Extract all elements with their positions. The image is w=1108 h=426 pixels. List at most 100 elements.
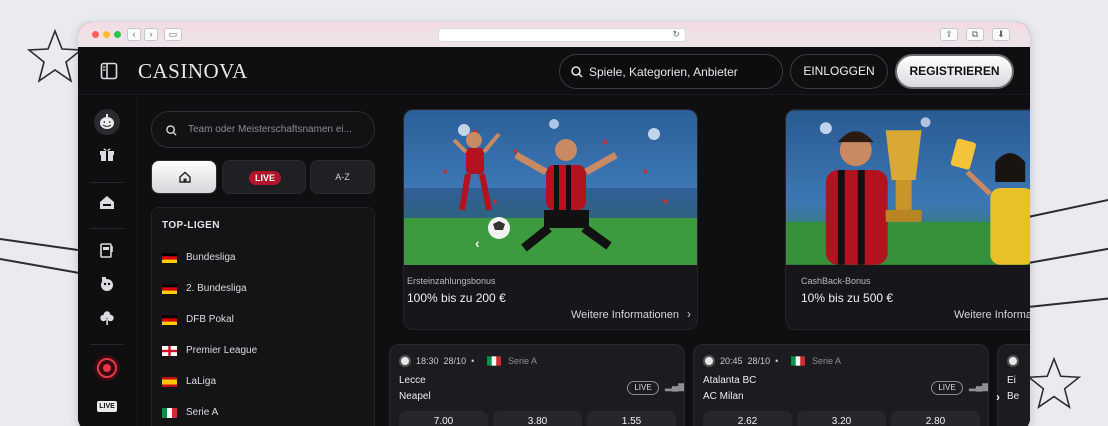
back-icon[interactable]: ‹ bbox=[127, 28, 141, 41]
slot-machine-icon[interactable] bbox=[92, 240, 122, 268]
football-icon bbox=[703, 355, 715, 367]
matches-next-button[interactable]: › bbox=[996, 390, 1000, 404]
roulette-icon[interactable] bbox=[92, 354, 122, 382]
download-icon[interactable]: ⬇ bbox=[992, 28, 1010, 41]
promo-card[interactable]: CashBack-Bonus 10% bis zu 500 € Weitere … bbox=[785, 109, 1030, 330]
rail-divider bbox=[90, 344, 124, 345]
league-name: Serie A bbox=[186, 407, 219, 418]
promo-headline: 10% bis zu 500 € bbox=[801, 291, 894, 305]
login-button[interactable]: EINLOGGEN bbox=[790, 54, 888, 89]
league-name: DFB Pokal bbox=[186, 314, 234, 325]
rail-divider bbox=[90, 228, 124, 229]
match-datetime: 20:45 28/10 • bbox=[720, 356, 779, 366]
star-icon bbox=[1026, 356, 1082, 409]
gift-icon[interactable] bbox=[92, 144, 122, 172]
stats-icon[interactable]: ▂▄▆ bbox=[969, 381, 988, 392]
search-input[interactable]: Spiele, Kategorien, Anbieter bbox=[559, 54, 783, 89]
address-bar[interactable]: ↻ bbox=[438, 28, 686, 42]
carousel-prev-button[interactable]: ‹ bbox=[475, 235, 480, 251]
football-icon bbox=[1007, 355, 1019, 367]
tabs-icon[interactable]: ⧉ bbox=[966, 28, 984, 41]
casino-icon[interactable] bbox=[92, 192, 122, 220]
pumpkin-icon[interactable] bbox=[92, 108, 122, 136]
match-date: 28/10 bbox=[747, 356, 771, 366]
close-dot[interactable] bbox=[92, 31, 99, 38]
england-flag-icon bbox=[162, 346, 177, 356]
poker-icon[interactable] bbox=[92, 274, 122, 302]
promo-subtitle: CashBack-Bonus bbox=[801, 276, 871, 286]
match-card[interactable]: 20:45 28/10 • Serie A Atalanta BC AC Mil… bbox=[693, 344, 989, 426]
clover-icon[interactable] bbox=[92, 308, 122, 336]
italy-flag-icon bbox=[487, 356, 501, 366]
italy-flag-icon bbox=[791, 356, 805, 366]
odds-button[interactable]: 2.62 bbox=[703, 411, 792, 426]
top-bar: CASINOVA Spiele, Kategorien, Anbieter EI… bbox=[78, 47, 1030, 95]
league-item[interactable]: DFB Pokal bbox=[162, 312, 362, 328]
promo-card[interactable]: Ersteinzahlungsbonus 100% bis zu 200 € W… bbox=[403, 109, 698, 330]
home-team: Atalanta BC bbox=[703, 375, 757, 386]
live-badge: LIVE bbox=[249, 171, 281, 185]
home-icon bbox=[179, 171, 191, 183]
browser-window: ‹ › ▭ ↻ ⇪ ⧉ ⬇ CASINOVA Spiele, Kategorie… bbox=[78, 22, 1030, 426]
top-leagues-panel: TOP-LIGEN Bundesliga 2. Bundesliga DFB P… bbox=[151, 207, 375, 426]
germany-flag-icon bbox=[162, 315, 177, 325]
league-name: LaLiga bbox=[186, 376, 217, 387]
top-leagues-title: TOP-LIGEN bbox=[162, 220, 220, 231]
stats-icon[interactable]: ▂▄▆ bbox=[665, 381, 684, 392]
search-placeholder: Spiele, Kategorien, Anbieter bbox=[589, 65, 738, 79]
home-team: Lecce bbox=[399, 375, 426, 386]
forward-icon[interactable]: › bbox=[144, 28, 158, 41]
germany-flag-icon bbox=[162, 253, 177, 263]
promo-headline: 100% bis zu 200 € bbox=[407, 291, 506, 305]
home-team: Ei bbox=[1007, 375, 1016, 386]
sports-sidebar: Team oder Meisterschaftsnamen ei... LIVE… bbox=[138, 96, 388, 426]
odds-button[interactable]: 7.00 bbox=[399, 411, 488, 426]
league-item[interactable]: Bundesliga bbox=[162, 250, 362, 266]
match-time: 20:45 bbox=[720, 356, 743, 366]
main-content: Ersteinzahlungsbonus 100% bis zu 200 € W… bbox=[388, 96, 1030, 426]
match-card[interactable]: 18:30 28/10 • Serie A Lecce Neapel LIVE … bbox=[389, 344, 685, 426]
search-icon bbox=[571, 66, 583, 78]
share-icon[interactable]: ⇪ bbox=[940, 28, 958, 41]
minimize-dot[interactable] bbox=[103, 31, 110, 38]
reload-icon[interactable]: ↻ bbox=[672, 29, 680, 40]
register-button[interactable]: REGISTRIEREN bbox=[895, 54, 1014, 89]
brand-logo[interactable]: CASINOVA bbox=[138, 59, 248, 84]
decor-line bbox=[1027, 247, 1108, 264]
menu-toggle-icon[interactable] bbox=[100, 62, 118, 80]
match-date: 28/10 bbox=[443, 356, 467, 366]
promo-more-link[interactable]: Weitere Informationen bbox=[954, 309, 1030, 321]
live-icon[interactable]: LIVE bbox=[92, 390, 122, 418]
icon-rail: LIVE bbox=[78, 96, 138, 426]
promo-more-link[interactable]: Weitere Informationen bbox=[571, 309, 679, 321]
match-league: Serie A bbox=[508, 356, 538, 366]
league-item[interactable]: Premier League bbox=[162, 343, 362, 359]
league-name: 2. Bundesliga bbox=[186, 283, 247, 294]
italy-flag-icon bbox=[162, 408, 177, 418]
search-icon bbox=[166, 125, 177, 136]
tab-live[interactable]: LIVE bbox=[222, 160, 306, 194]
tab-home[interactable] bbox=[151, 160, 217, 194]
decor-line bbox=[1027, 198, 1108, 218]
away-team: Be bbox=[1007, 391, 1020, 402]
league-item[interactable]: Serie A bbox=[162, 405, 362, 421]
zoom-dot[interactable] bbox=[114, 31, 121, 38]
odds-button[interactable]: 1.55 bbox=[587, 411, 676, 426]
league-item[interactable]: 2. Bundesliga bbox=[162, 281, 362, 297]
promo-image-trophy bbox=[786, 110, 1030, 265]
odds-button[interactable]: 2.80 bbox=[891, 411, 980, 426]
tab-az[interactable]: A-Z bbox=[310, 160, 375, 194]
promo-image-football bbox=[404, 110, 697, 265]
sidebar-toggle-icon[interactable]: ▭ bbox=[164, 28, 182, 41]
odds-button[interactable]: 3.20 bbox=[797, 411, 886, 426]
odds-button[interactable]: 3.80 bbox=[493, 411, 582, 426]
away-team: Neapel bbox=[399, 391, 431, 402]
league-item[interactable]: LaLiga bbox=[162, 374, 362, 390]
rail-divider bbox=[90, 182, 124, 183]
live-icon-label: LIVE bbox=[97, 401, 117, 412]
away-team: AC Milan bbox=[703, 391, 744, 402]
team-search-input[interactable]: Team oder Meisterschaftsnamen ei... bbox=[151, 111, 375, 148]
match-card-partial[interactable]: Ei Be bbox=[997, 344, 1030, 426]
browser-chrome: ‹ › ▭ ↻ ⇪ ⧉ ⬇ bbox=[78, 22, 1030, 47]
live-badge: LIVE bbox=[931, 381, 963, 395]
